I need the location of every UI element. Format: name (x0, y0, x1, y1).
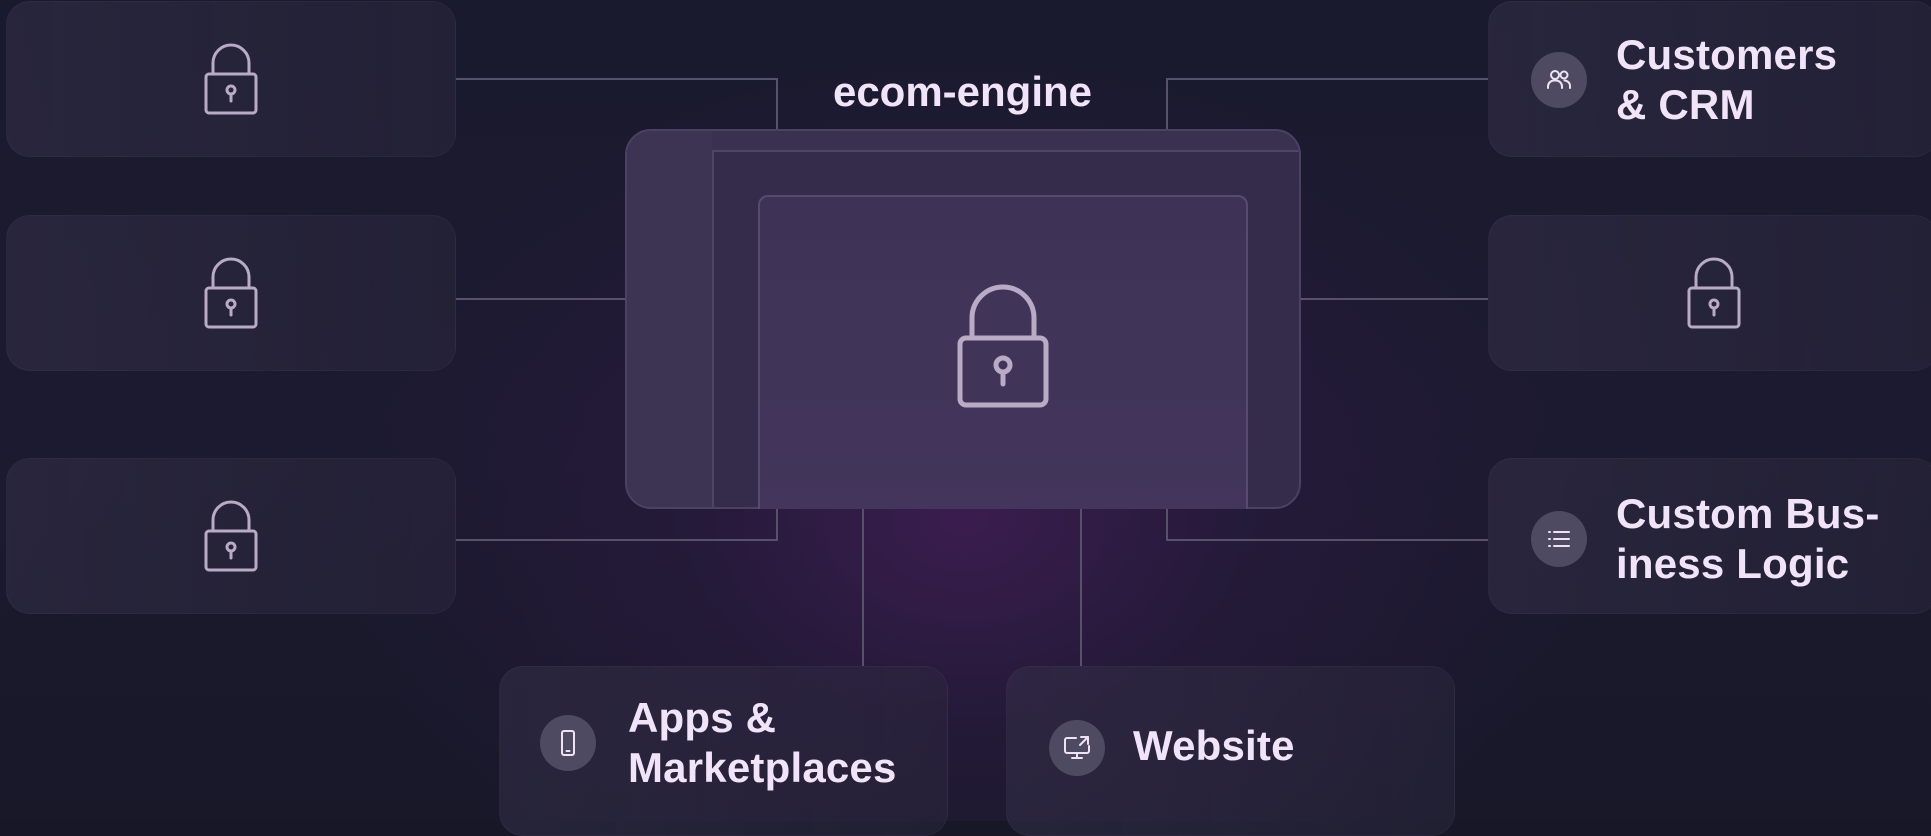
website-label: Website (1133, 722, 1295, 769)
engine-sidebar (627, 131, 714, 507)
customers-crm-label: Customers & CRM (1616, 31, 1838, 128)
monitor-share-icon (1064, 736, 1090, 759)
custom-business-logic-label: Custom Bus- iness Logic (1616, 490, 1880, 587)
locked-card-left-top[interactable] (6, 1, 456, 157)
users-icon (1547, 70, 1571, 89)
diagram-canvas: ecom-engine Customers & CRM Custom Bus- … (0, 0, 1931, 836)
website-badge (1049, 720, 1105, 776)
apps-marketplaces-card[interactable]: Apps & Marketplaces (499, 666, 948, 836)
connector-left-bottom (456, 509, 778, 541)
locked-card-right-middle[interactable] (1488, 215, 1931, 371)
custom-business-logic-card[interactable]: Custom Bus- iness Logic (1488, 458, 1931, 614)
lock-icon (957, 284, 1049, 408)
lock-icon (204, 43, 258, 115)
locked-card-left-middle[interactable] (6, 215, 456, 371)
apps-marketplaces-label: Apps & Marketplaces (628, 694, 897, 791)
connector-left-top (456, 78, 778, 129)
website-card[interactable]: Website (1006, 666, 1455, 836)
customers-crm-card[interactable]: Customers & CRM (1488, 1, 1931, 157)
lock-icon (204, 500, 258, 572)
connector-right-bottom (1166, 509, 1488, 541)
apps-badge (540, 715, 596, 771)
lock-icon (204, 257, 258, 329)
connector-right-top (1166, 78, 1488, 129)
locked-card-left-bottom[interactable] (6, 458, 456, 614)
smartphone-icon (561, 730, 575, 756)
engine-title: ecom-engine (832, 68, 1093, 115)
list-icon (1548, 531, 1570, 547)
business-logic-badge (1531, 511, 1587, 567)
engine-topbar (712, 131, 1299, 152)
lock-icon (1687, 257, 1741, 329)
customers-badge (1531, 52, 1587, 108)
